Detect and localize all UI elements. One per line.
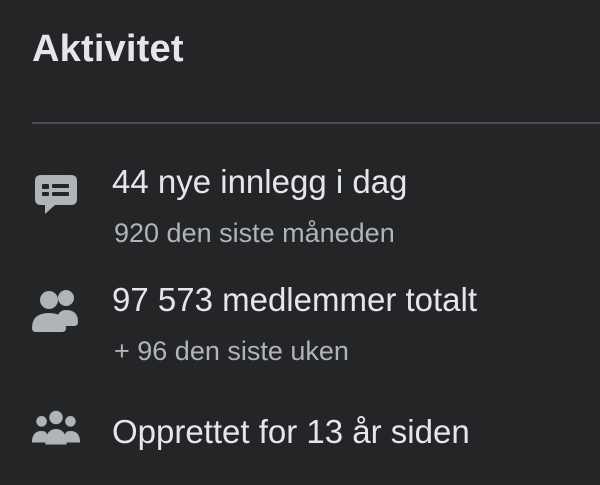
created-date: Opprettet for 13 år siden (112, 413, 470, 450)
panel-title: Aktivitet (32, 28, 184, 70)
activity-panel: Aktivitet 44 nye innlegg i dag 920 den s… (0, 0, 600, 485)
members-week: + 96 den siste uken (114, 336, 349, 366)
posts-today: 44 nye innlegg i dag (112, 163, 408, 200)
chat-bubble-icon (30, 168, 82, 220)
posts-month: 920 den siste måneden (114, 218, 395, 248)
people-icon (30, 282, 82, 334)
members-total: 97 573 medlemmer totalt (112, 281, 478, 318)
group-icon (30, 404, 82, 456)
divider (32, 122, 600, 124)
